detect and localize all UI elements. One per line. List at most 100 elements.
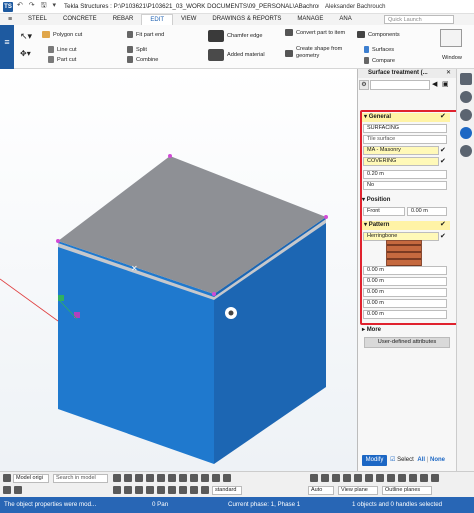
front-dropdown[interactable]: Front (363, 207, 405, 216)
tab-rebar[interactable]: REBAR (105, 14, 142, 25)
window-button[interactable]: Window (442, 55, 462, 61)
save-icon[interactable]: ▣ (442, 80, 449, 88)
thickness-field[interactable]: 0.20 m (363, 170, 447, 179)
quick-launch-input[interactable]: Quick Launch (384, 15, 454, 24)
select-switch-icon[interactable] (190, 486, 198, 494)
select-tool-icon[interactable]: ↖▾ (20, 31, 32, 42)
chamfer-edge-button[interactable]: Chamfer edge (208, 30, 262, 42)
back-icon[interactable]: ◀ (432, 80, 437, 88)
user-name[interactable]: Aleksander Bachrouch (325, 4, 385, 10)
select-switch-icon[interactable] (135, 486, 143, 494)
pattern-value-field[interactable]: 0.00 m (363, 310, 447, 319)
tab-manage[interactable]: MANAGE (289, 14, 331, 25)
checkmark-icon[interactable]: ✔ (440, 112, 446, 120)
toolbar-icon[interactable] (157, 474, 165, 482)
toolbar-icon[interactable] (135, 474, 143, 482)
material-field[interactable]: MA - Masonry (363, 146, 439, 155)
checkmark-icon[interactable]: ✔ (440, 146, 446, 154)
model-origin-dropdown[interactable]: Model origi (13, 474, 49, 483)
line-cut-button[interactable]: Line cut (48, 46, 77, 53)
compare-button[interactable]: Compare (364, 57, 395, 64)
tab-analysis[interactable]: ANA (331, 14, 359, 25)
no-dropdown[interactable]: No (363, 181, 447, 190)
toolbar-icon[interactable] (223, 474, 231, 482)
select-switch-icon[interactable] (113, 486, 121, 494)
combine-button[interactable]: Combine (127, 56, 158, 63)
pattern-value-field[interactable]: 0.00 m (363, 277, 447, 286)
corner-handle[interactable] (212, 292, 216, 296)
components-button[interactable]: Components (357, 31, 400, 38)
position-offset-field[interactable]: 0.00 m (407, 207, 447, 216)
tekla-app-icon[interactable]: TS (3, 1, 13, 12)
checkmark-icon[interactable]: ✔ (440, 232, 446, 240)
quick-access-toolbar[interactable]: ↶ ↷ 🖫 ▾ (17, 1, 58, 12)
select-switch-icon[interactable] (3, 486, 11, 494)
snap-icon[interactable] (420, 474, 428, 482)
surfaces-button[interactable]: Surfaces (364, 46, 394, 53)
split-button[interactable]: Split (127, 46, 147, 53)
model-objects-icon[interactable] (460, 145, 472, 157)
side-menu-toggle[interactable]: ≡ (0, 25, 14, 69)
snap-icon[interactable] (321, 474, 329, 482)
model-view-canvas[interactable]: ✕ (0, 69, 358, 471)
snap-icon[interactable] (387, 474, 395, 482)
properties-gear-icon[interactable] (460, 127, 472, 139)
select-none-link[interactable]: None (430, 457, 445, 463)
select-switch-icon[interactable] (201, 486, 209, 494)
toolbar-icon[interactable] (146, 474, 154, 482)
select-switch-icon[interactable] (157, 486, 165, 494)
view-plane-dropdown[interactable]: View plane (338, 486, 378, 495)
tile-surface-dropdown[interactable]: Tile surface (363, 135, 447, 144)
fit-part-end-button[interactable]: Fit part end (127, 31, 164, 38)
model-origin-icon[interactable] (3, 474, 11, 482)
close-icon[interactable]: ✕ (446, 69, 451, 76)
checkmark-icon[interactable]: ✔ (440, 157, 446, 165)
tab-drawings-reports[interactable]: DRAWINGS & REPORTS (204, 14, 289, 25)
select-switch-icon[interactable] (179, 486, 187, 494)
properties-dropdown[interactable] (370, 80, 430, 90)
part-cut-button[interactable]: Part cut (48, 56, 76, 63)
model-viewport[interactable]: ✕ (0, 69, 358, 471)
snap-icon[interactable] (332, 474, 340, 482)
search-model-input[interactable]: Search in model (53, 474, 108, 483)
corner-handle[interactable] (56, 239, 60, 243)
user-defined-attributes-button[interactable]: User-defined attributes (364, 337, 450, 348)
toolbar-icon[interactable] (124, 474, 132, 482)
snap-icon[interactable] (409, 474, 417, 482)
auto-dropdown[interactable]: Auto (308, 486, 334, 495)
tab-edit[interactable]: EDIT (141, 14, 174, 25)
select-switch-icon[interactable] (14, 486, 22, 494)
select-all-link[interactable]: All (417, 457, 425, 463)
toolbar-icon[interactable] (168, 474, 176, 482)
window-icon[interactable] (440, 29, 462, 47)
toolbar-icon[interactable] (201, 474, 209, 482)
toolbar-icon[interactable] (190, 474, 198, 482)
snap-icon[interactable] (354, 474, 362, 482)
added-material-button[interactable]: Added material (208, 49, 265, 61)
panel-options-icon[interactable]: ⚙ (359, 80, 369, 90)
select-checkbox-icon[interactable]: ☑ (390, 457, 395, 463)
covering-field[interactable]: COVERING (363, 157, 439, 166)
menu-icon[interactable]: ≡ (0, 16, 20, 23)
general-section-header[interactable]: ▾ General (362, 113, 450, 122)
checkmark-icon[interactable]: ✔ (440, 220, 446, 228)
globe-icon[interactable] (460, 91, 472, 103)
snap-icon[interactable] (343, 474, 351, 482)
snap-tool-icon[interactable]: ✥▾ (20, 49, 31, 58)
convert-part-to-item-button[interactable]: Convert part to item (285, 29, 345, 36)
snap-icon[interactable] (431, 474, 439, 482)
select-switch-icon[interactable] (168, 486, 176, 494)
standard-dropdown[interactable]: standard (212, 486, 242, 495)
pattern-section-header[interactable]: ▾ Pattern (362, 221, 450, 230)
surfacing-field[interactable]: SURFACING (363, 124, 447, 133)
outline-planes-dropdown[interactable]: Outline planes (382, 486, 432, 495)
polygon-cut-button[interactable]: Polygon cut (42, 31, 82, 38)
toolbar-icon[interactable] (212, 474, 220, 482)
corner-handle[interactable] (168, 154, 172, 158)
cloud-icon[interactable] (460, 109, 472, 121)
snap-icon[interactable] (310, 474, 318, 482)
tab-steel[interactable]: STEEL (20, 14, 55, 25)
toolbar-icon[interactable] (179, 474, 187, 482)
status-phase[interactable]: Current phase: 1, Phase 1 (228, 497, 300, 513)
toolbar-icon[interactable] (113, 474, 121, 482)
